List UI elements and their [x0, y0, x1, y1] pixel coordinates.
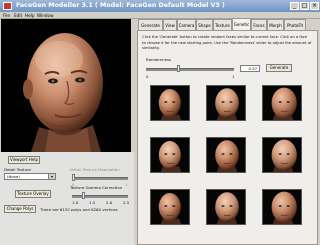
- tab-morph[interactable]: Morph: [267, 19, 284, 30]
- tab-shape[interactable]: Shape: [196, 19, 213, 30]
- randomness-slider-track[interactable]: [146, 68, 234, 71]
- face-thumbnail: [151, 190, 189, 224]
- tab-camera[interactable]: Camera: [177, 19, 196, 30]
- gamma-tick: 1.0: [72, 200, 79, 205]
- randomness-slider-thumb[interactable]: [177, 65, 181, 72]
- generated-face-7[interactable]: [150, 189, 190, 225]
- face-thumbnail: [263, 86, 301, 120]
- app-icon: [3, 2, 12, 10]
- generated-face-6[interactable]: [262, 137, 302, 173]
- detail-blend-tick: 1: [125, 182, 128, 187]
- window-title: FaceGen Modeller 3.1 ( Model: FaceGen De…: [16, 2, 225, 9]
- detail-texture-value: (None): [7, 174, 20, 179]
- polys-info: There are 6152 polys and 6260 vertices: [40, 207, 118, 212]
- minimize-button[interactable]: _: [290, 2, 299, 10]
- left-control-panel: Viewport Help Detail Texture (None) ▾ De…: [0, 152, 134, 245]
- menu-window[interactable]: Window: [37, 12, 54, 19]
- viewport-help-button[interactable]: Viewport Help: [8, 156, 40, 164]
- detail-texture-label: Detail Texture: [4, 167, 31, 172]
- menu-edit[interactable]: Edit: [14, 12, 22, 19]
- gamma-tick: 2.0: [106, 200, 113, 205]
- tab-generate[interactable]: Generate: [138, 19, 163, 30]
- detail-blend-slider-track[interactable]: [72, 177, 128, 180]
- generated-face-4[interactable]: [150, 137, 190, 173]
- face-thumbnail: [263, 138, 301, 172]
- tab-genetic[interactable]: Genetic: [232, 18, 251, 30]
- title-bar: FaceGen Modeller 3.1 ( Model: FaceGen De…: [0, 0, 320, 12]
- maximize-icon: □: [301, 2, 308, 9]
- close-icon: ×: [311, 2, 318, 9]
- minimize-icon: _: [293, 2, 296, 9]
- face-thumbnail: [263, 190, 301, 224]
- randomness-tick: 1: [232, 74, 235, 79]
- face-thumbnail: [207, 86, 245, 120]
- gamma-tick: 1.5: [89, 200, 96, 205]
- generated-face-8[interactable]: [206, 189, 246, 225]
- randomness-label: Randomness: [146, 57, 172, 62]
- generated-face-9[interactable]: [262, 189, 302, 225]
- menu-bar: File Edit Help Window: [0, 12, 320, 19]
- gamma-slider-track[interactable]: [72, 195, 128, 198]
- face-thumbnail: [151, 138, 189, 172]
- gamma-label: Texture Gamma Correction: [70, 185, 123, 190]
- maximize-button[interactable]: □: [300, 2, 309, 10]
- menu-help[interactable]: Help: [25, 12, 35, 19]
- generate-button[interactable]: Generate: [266, 64, 292, 72]
- texture-overlay-button[interactable]: Texture Overlay: [15, 190, 51, 198]
- tab-faces[interactable]: Faces: [251, 19, 267, 30]
- chevron-down-icon[interactable]: ▾: [48, 174, 55, 179]
- genetic-tab-content: Click the 'Generate' button to create ra…: [137, 30, 318, 245]
- change-polys-button[interactable]: Change Polys: [4, 205, 36, 213]
- right-panel: Generate View Camera Shape Texture Genet…: [136, 18, 320, 245]
- face-thumbnail: [207, 190, 245, 224]
- gamma-slider-thumb[interactable]: [82, 192, 85, 199]
- close-button[interactable]: ×: [310, 2, 319, 10]
- detail-texture-select[interactable]: (None) ▾: [4, 173, 56, 180]
- tab-photofit[interactable]: PhotoFit: [284, 19, 306, 30]
- face-thumbnail: [207, 138, 245, 172]
- tab-view[interactable]: View: [163, 19, 177, 30]
- 3d-viewport[interactable]: [1, 19, 131, 152]
- tab-texture[interactable]: Texture: [213, 19, 232, 30]
- head-render: [1, 19, 131, 152]
- generated-face-1[interactable]: [150, 85, 190, 121]
- generated-face-5[interactable]: [206, 137, 246, 173]
- detail-blend-label: Detail Texture Modulation: [70, 167, 120, 172]
- randomness-tick: 0: [146, 74, 149, 79]
- detail-blend-slider-thumb[interactable]: [72, 174, 75, 181]
- randomness-value-field[interactable]: 0.37: [240, 65, 260, 72]
- generated-face-2[interactable]: [206, 85, 246, 121]
- gamma-tick: 2.5: [123, 200, 130, 205]
- generated-face-3[interactable]: [262, 85, 302, 121]
- genetic-description: Click the 'Generate' button to create ra…: [142, 35, 312, 51]
- face-thumbnail: [151, 86, 189, 120]
- menu-file[interactable]: File: [3, 12, 10, 19]
